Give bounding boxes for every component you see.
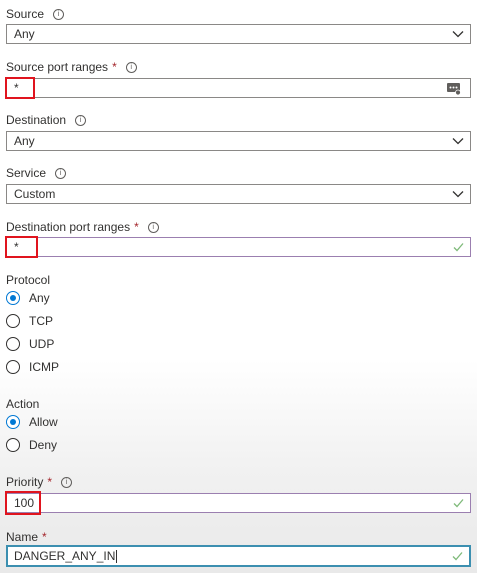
chevron-down-icon [452,31,464,38]
protocol-option-udp[interactable]: UDP [6,337,54,351]
radio-button[interactable] [6,438,20,452]
radio-button[interactable] [6,314,20,328]
info-icon[interactable]: i [125,61,137,73]
destination-port-ranges-value: * [14,240,19,254]
required-mark: * [134,220,139,234]
action-label: Action [6,397,40,411]
chevron-down-icon [452,191,464,198]
name-value: DANGER_ANY_IN [14,549,116,563]
source-dropdown[interactable]: Any [6,24,471,44]
destination-label: Destination i [6,113,87,127]
priority-label: Priority * i [6,475,73,489]
chevron-down-icon [452,138,464,145]
checkmark-icon [453,243,464,252]
checkmark-icon [453,499,464,508]
source-port-ranges-label: Source port ranges * i [6,60,137,74]
name-input[interactable]: DANGER_ANY_IN [6,545,471,567]
action-option-deny[interactable]: Deny [6,438,57,452]
priority-input[interactable]: 100 [6,493,471,513]
info-icon[interactable]: i [53,8,65,20]
source-port-ranges-value: * [14,81,19,95]
destination-port-ranges-input[interactable]: * [6,237,471,257]
required-mark: * [42,530,47,544]
service-label: Service i [6,166,67,180]
protocol-option-any[interactable]: Any [6,291,50,305]
radio-button[interactable] [6,291,20,305]
service-dropdown[interactable]: Custom [6,184,471,204]
priority-value: 100 [14,496,35,510]
destination-dropdown[interactable]: Any [6,131,471,151]
info-icon[interactable]: i [55,167,67,179]
checkmark-icon [452,552,463,561]
destination-port-ranges-label: Destination port ranges * i [6,220,159,234]
info-icon[interactable]: i [75,114,87,126]
radio-button[interactable] [6,415,20,429]
protocol-option-tcp[interactable]: TCP [6,314,53,328]
info-icon[interactable]: i [147,221,159,233]
required-mark: * [47,475,53,489]
text-cursor [116,549,118,563]
required-mark: * [112,60,117,74]
name-label: Name * [6,530,47,544]
source-port-ranges-input[interactable]: * [6,78,471,98]
protocol-option-icmp[interactable]: ICMP [6,360,59,374]
radio-button[interactable] [6,360,20,374]
source-value: Any [14,27,35,41]
protocol-label: Protocol [6,273,51,287]
info-icon[interactable]: i [61,476,73,488]
service-value: Custom [14,187,56,201]
destination-value: Any [14,134,35,148]
source-label: Source i [6,7,65,21]
radio-button[interactable] [6,337,20,351]
action-option-allow[interactable]: Allow [6,415,58,429]
ellipsis-field-icon[interactable] [447,82,461,95]
